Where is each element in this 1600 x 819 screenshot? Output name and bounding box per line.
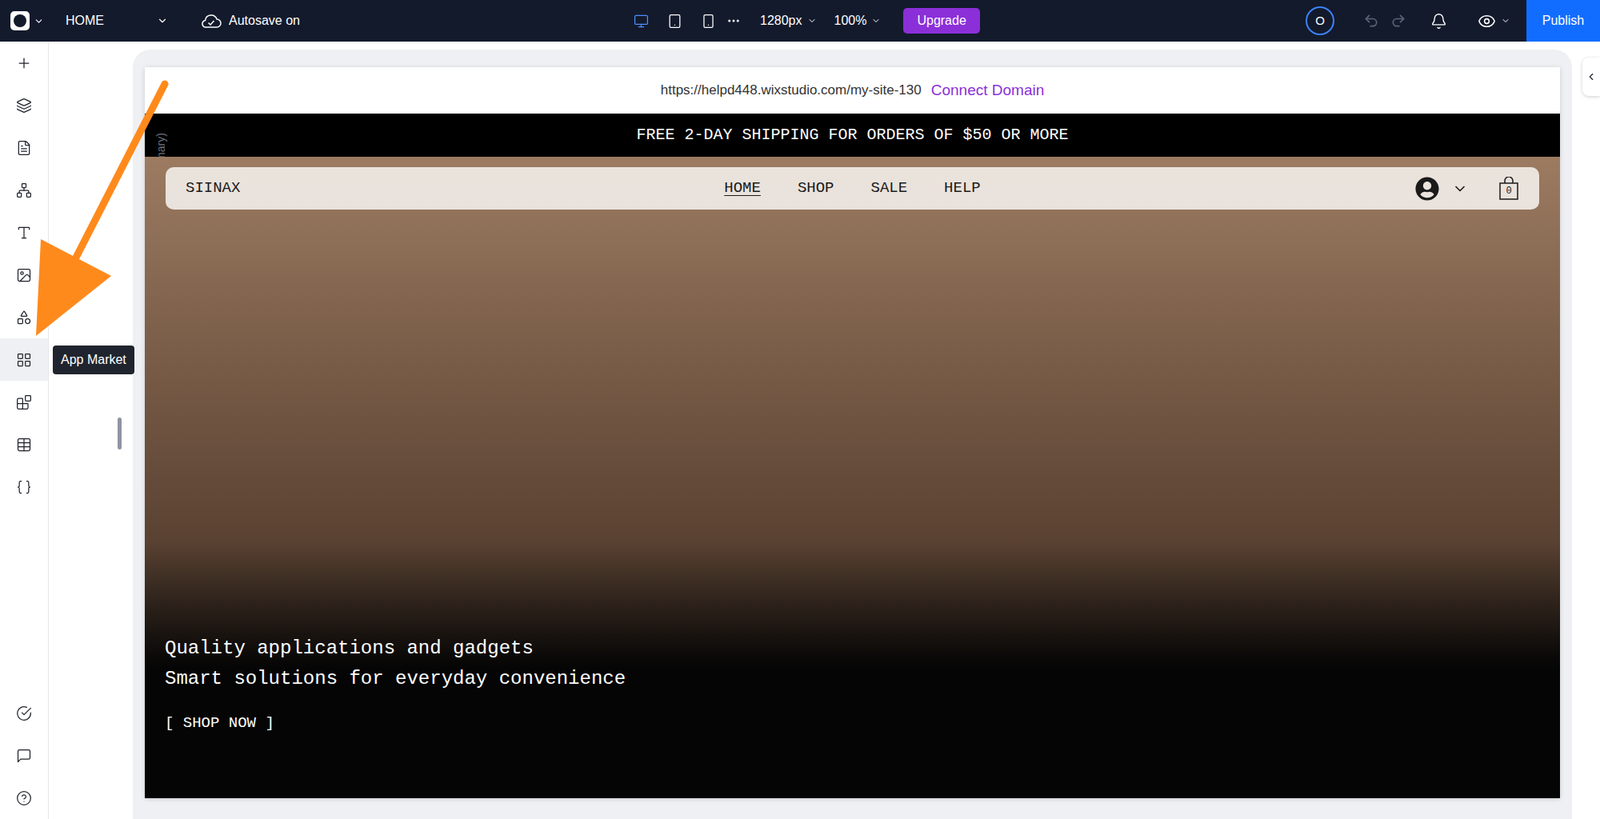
canvas: Desktop (Primary)https://helpd448.wixstu… (48, 41, 1600, 819)
sidebar-item[interactable] (0, 423, 48, 466)
site-frame: https://helpd448.wixstudio.com/my-site-1… (144, 67, 1560, 799)
resize-handle[interactable] (117, 417, 122, 450)
sidebar-item[interactable] (0, 126, 48, 169)
undo-icon[interactable] (1363, 12, 1380, 29)
nav-item[interactable]: SALE (870, 176, 908, 200)
help-icon (16, 790, 32, 807)
frame-wrapper: https://helpd448.wixstudio.com/my-site-1… (132, 49, 1572, 819)
sidebar-item[interactable] (0, 776, 48, 819)
width-dropdown[interactable]: 1280px (760, 11, 817, 31)
site-header: SIINAX HOME SHOP SALE HELP 0 (165, 167, 1540, 210)
autosave-status: Autosave on (200, 11, 300, 31)
sitemap-icon (16, 182, 32, 199)
publish-button[interactable]: Publish (1526, 0, 1600, 42)
redo-icon[interactable] (1390, 12, 1407, 29)
shop-now-button[interactable]: [ SHOP NOW ] (164, 713, 1540, 733)
left-sidebar: App Market (0, 41, 49, 819)
top-bar: HOME Autosave on 1280px 100% Upgrade O Publish (0, 0, 1600, 42)
chevron-down-icon (33, 16, 44, 27)
chevron-down-icon (807, 16, 817, 26)
components-icon (16, 309, 32, 326)
hero-section: SIINAX HOME SHOP SALE HELP 0 Quality applicati… (144, 156, 1560, 799)
sidebar-item[interactable] (0, 211, 48, 254)
sidebar-item[interactable] (0, 692, 48, 735)
upgrade-button[interactable]: Upgrade (903, 8, 980, 34)
cms-icon (16, 436, 32, 453)
preview-button[interactable] (1477, 12, 1511, 31)
sidebar-item[interactable] (0, 380, 48, 424)
checklist-icon (16, 705, 32, 722)
editor: HOME Autosave on 1280px 100% Upgrade O Publish… (0, 0, 1600, 819)
apps-icon (16, 352, 32, 368)
hero-line: Quality applications and gadgets (164, 636, 1540, 661)
tooltip: App Market (52, 345, 135, 375)
cart-button[interactable]: 0 (1498, 176, 1520, 201)
avatar[interactable]: O (1305, 6, 1335, 36)
device-button[interactable] (691, 6, 725, 36)
url-bar: https://helpd448.wixstudio.com/my-site-1… (144, 67, 1560, 114)
pages-icon (16, 140, 32, 156)
account-menu[interactable] (1415, 176, 1468, 201)
sidebar-item[interactable]: App Market (0, 338, 48, 381)
hero-text: Quality applications and gadgets Smart so… (164, 636, 1540, 733)
chevron-down-icon (1500, 16, 1511, 26)
eye-icon (1477, 12, 1496, 31)
nav-item[interactable]: HOME (724, 176, 761, 200)
user-icon (1415, 176, 1440, 201)
nav-item[interactable]: SHOP (797, 176, 835, 200)
device-button[interactable] (624, 6, 658, 36)
chevron-down-icon (156, 15, 168, 27)
sidebar-item[interactable] (0, 84, 48, 127)
site-nav: HOME SHOP SALE HELP (630, 176, 1076, 200)
sidebar-item[interactable] (0, 465, 48, 508)
page-dropdown[interactable]: HOME (65, 11, 168, 31)
hero-line: Smart solutions for everyday convenience (164, 667, 1540, 692)
nav-item[interactable]: HELP (944, 176, 981, 200)
sidebar-item[interactable] (0, 253, 48, 296)
chevron-left-icon (1585, 71, 1597, 83)
sidebar-item[interactable] (0, 41, 48, 84)
device-button[interactable] (657, 6, 692, 36)
design-icon (16, 224, 32, 241)
chevron-down-icon (871, 16, 881, 26)
desktop-icon (633, 13, 649, 29)
logo-button[interactable] (9, 10, 44, 32)
brand-logo[interactable]: SIINAX (185, 176, 631, 200)
code-icon (16, 479, 32, 496)
announcement-bar: FREE 2-DAY SHIPPING FOR ORDERS OF $50 OR… (144, 113, 1560, 157)
cart-count: 0 (1498, 185, 1520, 197)
mobile-icon (700, 13, 716, 29)
chevron-down-icon (1452, 180, 1468, 197)
blocks-icon (16, 394, 32, 411)
sidebar-item[interactable] (0, 168, 48, 212)
connect-domain-link[interactable]: Connect Domain (931, 79, 1045, 103)
sidebar-item[interactable] (0, 734, 48, 777)
chat-icon (16, 748, 32, 764)
tablet-icon (667, 13, 683, 29)
layers-icon (16, 97, 32, 114)
more-icon[interactable] (726, 13, 741, 28)
add-icon (16, 55, 32, 72)
panel-toggle[interactable] (1582, 57, 1600, 96)
cloud-check-icon (200, 12, 223, 30)
bell-icon[interactable] (1430, 12, 1448, 30)
sidebar-item[interactable] (0, 296, 48, 339)
zoom-dropdown[interactable]: 100% (834, 11, 882, 31)
media-icon (16, 267, 32, 284)
logo-icon (9, 10, 31, 32)
